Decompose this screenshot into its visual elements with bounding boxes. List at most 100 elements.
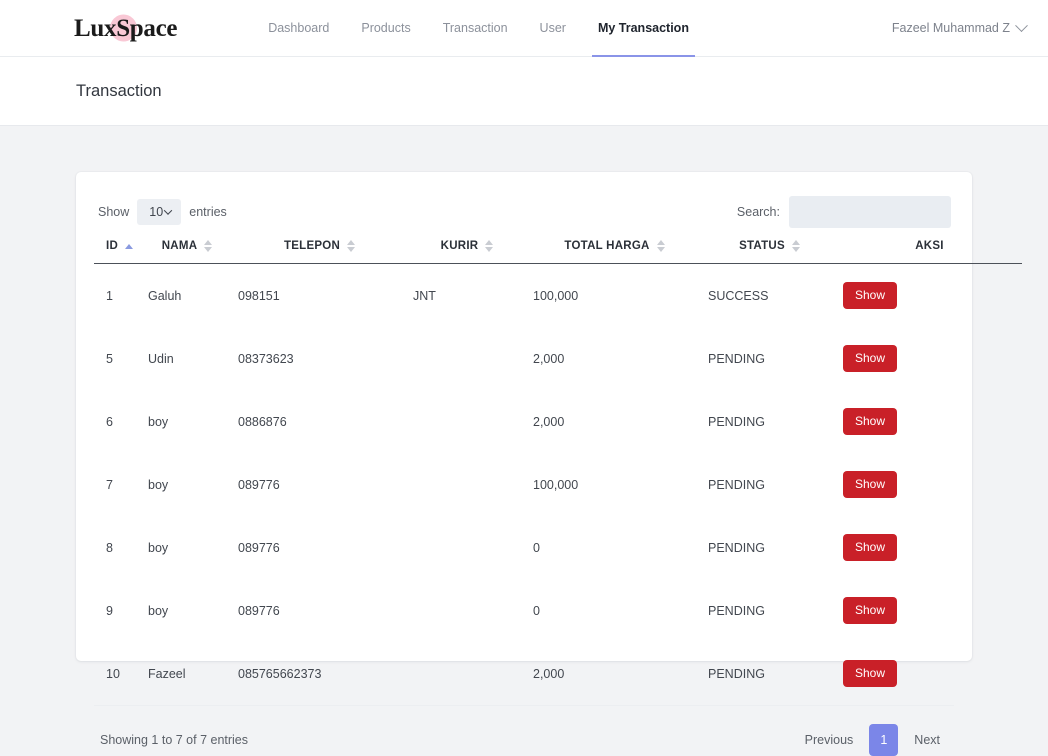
column-header-total-harga[interactable]: TOTAL HARGA	[527, 230, 702, 264]
cell-status: PENDING	[708, 540, 765, 555]
nav-item-user[interactable]: User	[524, 0, 582, 57]
cell-nama: boy	[148, 540, 169, 555]
column-header-status[interactable]: STATUS	[702, 230, 837, 264]
show-button[interactable]: Show	[843, 345, 898, 372]
search-label: Search:	[736, 205, 780, 219]
table-row: 5 Udin 08373623 2,000 PENDING Show	[94, 327, 1022, 390]
chevron-down-icon	[1015, 18, 1028, 32]
column-label-telepon: TELEPON	[283, 240, 341, 252]
cell-total-harga: 2,000	[533, 666, 565, 681]
cell-id: 1	[106, 288, 113, 303]
cell-id: 8	[106, 540, 113, 555]
table-header-row: ID NAMA TELEPON KURIR TOTAL HARGA STATUS…	[94, 230, 1022, 264]
page-header: Transaction	[0, 57, 1048, 126]
nav-links: Dashboard Products Transaction User My T…	[252, 0, 705, 57]
sort-both-icon	[347, 240, 356, 252]
column-header-telepon[interactable]: TELEPON	[232, 230, 407, 264]
table-info: Showing 1 to 7 of 7 entries	[100, 733, 249, 747]
entries-label: entries	[189, 205, 227, 219]
cell-status: PENDING	[708, 414, 765, 429]
column-header-id[interactable]: ID	[94, 230, 142, 264]
cell-telepon: 089776	[238, 540, 280, 555]
cell-kurir: JNT	[413, 288, 436, 303]
table-row: 6 boy 0886876 2,000 PENDING Show	[94, 390, 1022, 453]
show-button[interactable]: Show	[843, 408, 898, 435]
page-length-value: 10	[149, 205, 164, 219]
cell-aksi: Show	[837, 453, 1022, 516]
table-head: ID NAMA TELEPON KURIR TOTAL HARGA STATUS…	[94, 230, 1022, 264]
column-label-nama: NAMA	[161, 240, 198, 252]
chevron-down-icon	[163, 206, 173, 215]
user-menu-label: Fazeel Muhammad Z	[891, 21, 1010, 35]
pagination: Previous 1 Next	[795, 724, 950, 756]
cell-status: PENDING	[708, 477, 765, 492]
cell-total-harga: 2,000	[533, 351, 565, 366]
cell-kurir	[407, 390, 527, 453]
column-label-status: STATUS	[739, 240, 785, 252]
cell-kurir	[407, 516, 527, 579]
cell-kurir	[407, 579, 527, 642]
cell-telepon: 089776	[238, 603, 280, 618]
cell-id: 9	[106, 603, 113, 618]
table-controls: Show 10 entries Search:	[94, 194, 954, 230]
cell-status: PENDING	[708, 666, 765, 681]
table-row: 8 boy 089776 0 PENDING Show	[94, 516, 1022, 579]
cell-aksi: Show	[837, 264, 1022, 328]
cell-telepon: 089776	[238, 477, 280, 492]
show-button[interactable]: Show	[843, 471, 898, 498]
cell-telepon: 085765662373	[238, 666, 322, 681]
column-label-aksi: AKSI	[915, 240, 944, 252]
cell-telepon: 08373623	[238, 351, 294, 366]
pagination-previous[interactable]: Previous	[795, 726, 864, 754]
column-label-kurir: KURIR	[440, 240, 479, 252]
column-header-kurir[interactable]: KURIR	[407, 230, 527, 264]
nav-item-my-transaction[interactable]: My Transaction	[582, 0, 705, 57]
show-button[interactable]: Show	[843, 282, 898, 309]
column-label-id: ID	[106, 240, 118, 252]
nav-item-products[interactable]: Products	[345, 0, 426, 57]
table-row: 7 boy 089776 100,000 PENDING Show	[94, 453, 1022, 516]
table-row: 1 Galuh 098151 JNT 100,000 SUCCESS Show	[94, 264, 1022, 328]
cell-total-harga: 100,000	[533, 477, 579, 492]
nav-item-transaction[interactable]: Transaction	[427, 0, 524, 57]
top-navbar: LuxSpace Dashboard Products Transaction …	[0, 0, 1048, 57]
page-length-select[interactable]: 10	[137, 199, 182, 225]
table-row: 9 boy 089776 0 PENDING Show	[94, 579, 1022, 642]
cell-status: PENDING	[708, 351, 765, 366]
cell-aksi: Show	[837, 642, 1022, 705]
content-area: Show 10 entries Search: ID NAMA TELEPON …	[0, 126, 1048, 756]
cell-status: SUCCESS	[708, 288, 769, 303]
cell-aksi: Show	[837, 327, 1022, 390]
show-button[interactable]: Show	[843, 660, 898, 687]
cell-id: 5	[106, 351, 113, 366]
search-control: Search:	[737, 196, 951, 228]
cell-telepon: 0886876	[238, 414, 287, 429]
page-title: Transaction	[76, 81, 162, 100]
pagination-page-1[interactable]: 1	[869, 724, 899, 756]
sort-asc-icon	[125, 243, 133, 249]
cell-telepon: 098151	[238, 288, 280, 303]
cell-kurir	[407, 453, 527, 516]
cell-id: 6	[106, 414, 113, 429]
show-button[interactable]: Show	[843, 597, 898, 624]
column-header-nama[interactable]: NAMA	[142, 230, 232, 264]
show-button[interactable]: Show	[843, 534, 898, 561]
cell-aksi: Show	[837, 516, 1022, 579]
sort-both-icon	[204, 240, 213, 252]
brand-logo[interactable]: LuxSpace	[74, 14, 178, 42]
cell-total-harga: 2,000	[533, 414, 565, 429]
nav-item-dashboard[interactable]: Dashboard	[252, 0, 345, 57]
user-menu[interactable]: Fazeel Muhammad Z	[891, 18, 1028, 35]
search-input[interactable]	[789, 196, 951, 228]
cell-nama: Galuh	[148, 288, 182, 303]
column-header-aksi: AKSI	[837, 230, 1022, 264]
show-label: Show	[98, 205, 130, 219]
pagination-next[interactable]: Next	[904, 726, 950, 754]
sort-both-icon	[656, 240, 665, 252]
transaction-table: ID NAMA TELEPON KURIR TOTAL HARGA STATUS…	[94, 230, 1022, 705]
page-length-control: Show 10 entries	[98, 199, 227, 225]
table-footer: Showing 1 to 7 of 7 entries Previous 1 N…	[94, 705, 954, 756]
cell-kurir	[407, 327, 527, 390]
cell-total-harga: 100,000	[533, 288, 579, 303]
cell-nama: Fazeel	[148, 666, 186, 681]
